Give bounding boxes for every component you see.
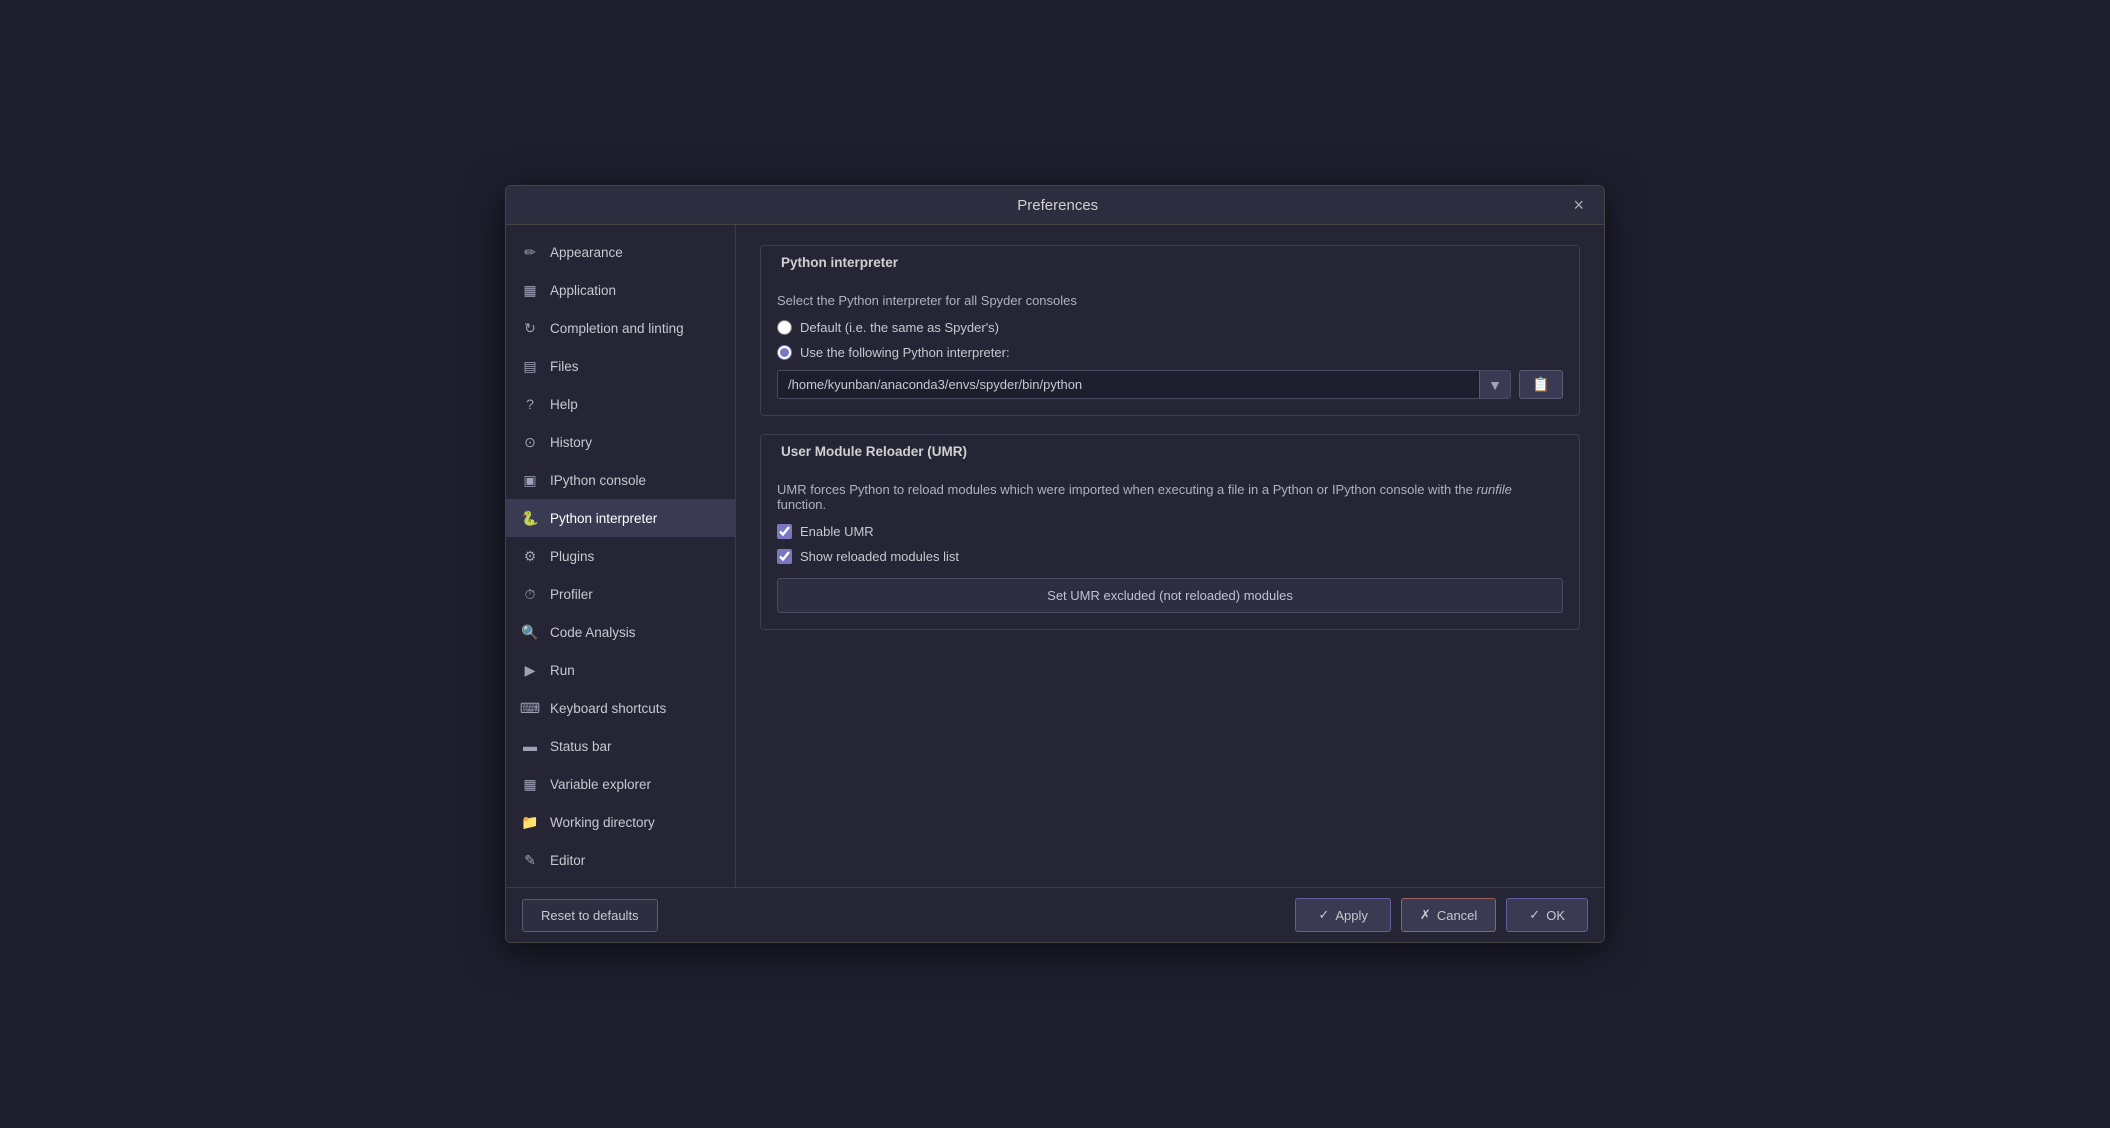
umr-runfile: runfile: [1476, 482, 1511, 497]
enable-umr-label: Enable UMR: [800, 524, 874, 539]
sidebar-label-ipython: IPython console: [550, 473, 646, 488]
umr-content: UMR forces Python to reload modules whic…: [761, 468, 1579, 629]
enable-umr-checkbox[interactable]: [777, 524, 792, 539]
show-reloaded-row: Show reloaded modules list: [777, 549, 1563, 564]
main-content: Python interpreter Select the Python int…: [736, 225, 1604, 887]
sidebar: ✏ Appearance ▦ Application ↻ Completion and l…: [506, 225, 736, 887]
editor-icon: ✎: [520, 850, 540, 870]
show-reloaded-label: Show reloaded modules list: [800, 549, 959, 564]
appearance-icon: ✏: [520, 242, 540, 262]
radio-custom-row: Use the following Python interpreter:: [777, 345, 1563, 360]
cancel-icon: ✗: [1420, 907, 1431, 923]
path-row: ▼ 📋: [777, 370, 1563, 399]
sidebar-item-history[interactable]: ⊙ History: [506, 423, 735, 461]
radio-custom[interactable]: [777, 345, 792, 360]
ipython-icon: ▣: [520, 470, 540, 490]
code-analysis-icon: 🔍: [520, 622, 540, 642]
preferences-dialog: Preferences × ✏ Appearance ▦ Application ↻ Co…: [505, 185, 1605, 943]
sidebar-label-help: Help: [550, 397, 578, 412]
sidebar-item-plugins[interactable]: ⚙ Plugins: [506, 537, 735, 575]
dialog-title: Preferences: [546, 197, 1569, 214]
sidebar-label-profiler: Profiler: [550, 587, 593, 602]
apply-label: Apply: [1335, 908, 1368, 923]
titlebar: Preferences ×: [506, 186, 1604, 225]
radio-default-label: Default (i.e. the same as Spyder's): [800, 320, 999, 335]
sidebar-item-ipython[interactable]: ▣ IPython console: [506, 461, 735, 499]
sidebar-label-keyboard: Keyboard shortcuts: [550, 701, 666, 716]
umr-header: User Module Reloader (UMR): [761, 435, 1579, 468]
sidebar-item-profiler[interactable]: ⏱ Profiler: [506, 575, 735, 613]
cancel-button[interactable]: ✗ Cancel: [1401, 898, 1496, 932]
profiler-icon: ⏱: [520, 584, 540, 604]
variable-explorer-icon: ▦: [520, 774, 540, 794]
sidebar-label-plugins: Plugins: [550, 549, 594, 564]
history-icon: ⊙: [520, 432, 540, 452]
dialog-body: ✏ Appearance ▦ Application ↻ Completion and l…: [506, 225, 1604, 887]
sidebar-item-code-analysis[interactable]: 🔍 Code Analysis: [506, 613, 735, 651]
radio-default[interactable]: [777, 320, 792, 335]
umr-section: User Module Reloader (UMR) UMR forces Py…: [760, 434, 1580, 630]
sidebar-label-code-analysis: Code Analysis: [550, 625, 636, 640]
set-excluded-button[interactable]: Set UMR excluded (not reloaded) modules: [777, 578, 1563, 613]
python-interpreter-desc: Select the Python interpreter for all Sp…: [777, 293, 1563, 308]
path-input-wrapper: ▼: [777, 370, 1511, 399]
sidebar-label-appearance: Appearance: [550, 245, 623, 260]
reset-defaults-button[interactable]: Reset to defaults: [522, 899, 658, 932]
keyboard-icon: ⌨: [520, 698, 540, 718]
sidebar-label-completion: Completion and linting: [550, 321, 684, 336]
help-icon: ?: [520, 394, 540, 414]
dialog-footer: Reset to defaults ✓ Apply ✗ Cancel ✓ OK: [506, 887, 1604, 942]
ok-label: OK: [1546, 908, 1565, 923]
path-dropdown-arrow[interactable]: ▼: [1479, 371, 1510, 398]
working-directory-icon: 📁: [520, 812, 540, 832]
sidebar-label-files: Files: [550, 359, 579, 374]
sidebar-item-help[interactable]: ? Help: [506, 385, 735, 423]
sidebar-item-appearance[interactable]: ✏ Appearance: [506, 233, 735, 271]
show-reloaded-checkbox[interactable]: [777, 549, 792, 564]
sidebar-item-status-bar[interactable]: ▬ Status bar: [506, 727, 735, 765]
browse-button[interactable]: 📋: [1519, 370, 1563, 399]
files-icon: ▤: [520, 356, 540, 376]
sidebar-item-editor[interactable]: ✎ Editor: [506, 841, 735, 879]
ok-icon: ✓: [1529, 907, 1540, 923]
sidebar-label-history: History: [550, 435, 592, 450]
sidebar-label-variable-explorer: Variable explorer: [550, 777, 651, 792]
sidebar-label-status-bar: Status bar: [550, 739, 612, 754]
completion-icon: ↻: [520, 318, 540, 338]
sidebar-item-keyboard[interactable]: ⌨ Keyboard shortcuts: [506, 689, 735, 727]
radio-default-row: Default (i.e. the same as Spyder's): [777, 320, 1563, 335]
ok-button[interactable]: ✓ OK: [1506, 898, 1588, 932]
python-interpreter-section: Python interpreter Select the Python int…: [760, 245, 1580, 416]
run-icon: ▶: [520, 660, 540, 680]
sidebar-label-application: Application: [550, 283, 616, 298]
sidebar-item-variable-explorer[interactable]: ▦ Variable explorer: [506, 765, 735, 803]
apply-icon: ✓: [1318, 907, 1329, 923]
radio-custom-label: Use the following Python interpreter:: [800, 345, 1010, 360]
sidebar-label-run: Run: [550, 663, 575, 678]
sidebar-item-working-directory[interactable]: 📁 Working directory: [506, 803, 735, 841]
umr-desc: UMR forces Python to reload modules whic…: [777, 482, 1563, 512]
enable-umr-row: Enable UMR: [777, 524, 1563, 539]
application-icon: ▦: [520, 280, 540, 300]
apply-button[interactable]: ✓ Apply: [1295, 898, 1390, 932]
python-interpreter-header: Python interpreter: [761, 246, 1579, 279]
plugins-icon: ⚙: [520, 546, 540, 566]
status-bar-icon: ▬: [520, 736, 540, 756]
close-button[interactable]: ×: [1569, 196, 1588, 214]
cancel-label: Cancel: [1437, 908, 1477, 923]
umr-desc-text: UMR forces Python to reload modules whic…: [777, 482, 1476, 497]
sidebar-item-run[interactable]: ▶ Run: [506, 651, 735, 689]
python-interpreter-icon: 🐍: [520, 508, 540, 528]
sidebar-label-working-directory: Working directory: [550, 815, 655, 830]
interpreter-path-input[interactable]: [778, 371, 1479, 398]
sidebar-label-editor: Editor: [550, 853, 585, 868]
sidebar-item-python-interpreter[interactable]: 🐍 Python interpreter: [506, 499, 735, 537]
python-interpreter-content: Select the Python interpreter for all Sp…: [761, 279, 1579, 415]
footer-actions: ✓ Apply ✗ Cancel ✓ OK: [1295, 898, 1588, 932]
umr-desc-end: function.: [777, 497, 826, 512]
sidebar-item-completion[interactable]: ↻ Completion and linting: [506, 309, 735, 347]
sidebar-item-application[interactable]: ▦ Application: [506, 271, 735, 309]
sidebar-item-files[interactable]: ▤ Files: [506, 347, 735, 385]
sidebar-label-python-interpreter: Python interpreter: [550, 511, 657, 526]
